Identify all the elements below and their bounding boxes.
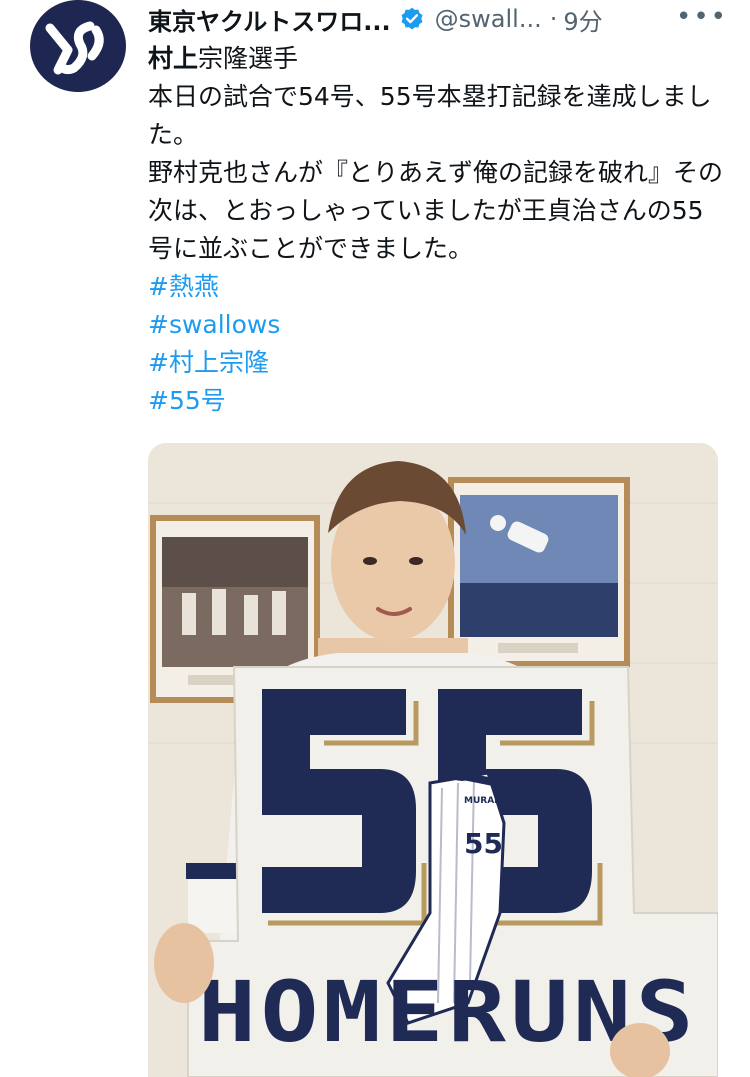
photo-illustration: MURAKAMI 55 HOMERUNS: [148, 443, 718, 1077]
handle[interactable]: @swall...: [435, 5, 542, 33]
right-framed-photo: [448, 477, 630, 667]
tweet-line-3: 野村克也さんが『とりあえず俺の記録を破れ』その次は、とおっしゃっていましたが王貞…: [148, 158, 724, 263]
hashtag-55go[interactable]: #55号: [148, 382, 728, 420]
hashtag-murakami[interactable]: #村上宗隆: [148, 344, 728, 382]
tweet-header: 東京ヤクルトスワロ... @swall... · 9分 •••: [148, 2, 728, 36]
tweet-name-bold: 村上: [148, 44, 199, 73]
timestamp[interactable]: 9分: [563, 2, 602, 37]
tweet-line-2: 本日の試合で54号、55号本塁打記録を達成しました。: [148, 82, 712, 149]
separator-dot: ·: [549, 5, 558, 33]
verified-badge-icon: [401, 7, 423, 30]
more-icon[interactable]: •••: [676, 2, 728, 32]
jersey-number-text: 55: [464, 827, 503, 860]
tweet-photo[interactable]: MURAKAMI 55 HOMERUNS: [148, 443, 718, 1077]
tweet-line-1: 村上宗隆選手: [148, 40, 728, 78]
jersey-name-text: MURAKAMI: [464, 796, 520, 806]
swallows-logo-icon: [32, 0, 124, 92]
tweet-text: 村上宗隆選手 本日の試合で54号、55号本塁打記録を達成しました。 野村克也さん…: [148, 40, 728, 420]
display-name[interactable]: 東京ヤクルトスワロ...: [148, 2, 391, 37]
tweet-name-rest: 宗隆選手: [198, 44, 299, 73]
hashtag-netsuen[interactable]: #熱燕: [148, 268, 728, 306]
hashtag-swallows[interactable]: #swallows: [148, 306, 728, 344]
avatar[interactable]: [30, 0, 126, 92]
